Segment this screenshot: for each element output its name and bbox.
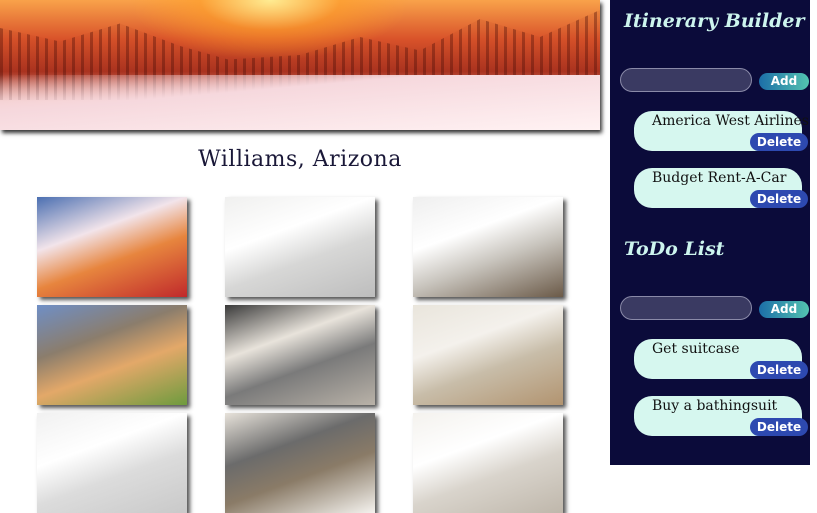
itinerary-input[interactable]	[620, 68, 752, 92]
todo-item: Buy a bathingsuit Delete	[634, 396, 808, 436]
delete-button[interactable]: Delete	[750, 418, 808, 436]
delete-button[interactable]: Delete	[750, 361, 808, 379]
white-bedroom-photo[interactable]	[37, 413, 187, 513]
itinerary-title: Itinerary Builder	[624, 10, 805, 32]
todo-input[interactable]	[620, 296, 752, 320]
kitchen-photo[interactable]	[413, 197, 563, 297]
window-room-photo[interactable]	[413, 413, 563, 513]
itinerary-item: America West Airlines Delete	[634, 111, 809, 151]
todo-item: Get suitcase Delete	[634, 339, 808, 379]
sidebar: Itinerary Builder Add America West Airli…	[610, 0, 810, 465]
itinerary-item-label: Budget Rent-A-Car	[652, 170, 787, 186]
bathroom-photo[interactable]	[225, 197, 375, 297]
itinerary-item: Budget Rent-A-Car Delete	[634, 168, 808, 208]
itinerary-item-label: America West Airlines	[652, 113, 809, 129]
page-title: Williams, Arizona	[198, 147, 402, 172]
cabin-exterior-photo[interactable]	[37, 305, 187, 405]
todo-item-label: Buy a bathingsuit	[652, 398, 778, 414]
todo-item-label: Get suitcase	[652, 341, 740, 357]
hero-snow	[0, 75, 600, 130]
delete-button[interactable]: Delete	[750, 190, 808, 208]
delete-button[interactable]: Delete	[750, 133, 808, 151]
living-room-photo[interactable]	[225, 305, 375, 405]
open-living-photo[interactable]	[225, 413, 375, 513]
main-content: Williams, Arizona	[0, 0, 610, 513]
itinerary-add-button[interactable]: Add	[759, 73, 809, 90]
mountain-sunset-photo[interactable]	[37, 197, 187, 297]
todo-add-button[interactable]: Add	[759, 301, 809, 318]
hero-image	[0, 0, 600, 130]
bedroom-photo[interactable]	[413, 305, 563, 405]
todo-title: ToDo List	[624, 238, 725, 260]
